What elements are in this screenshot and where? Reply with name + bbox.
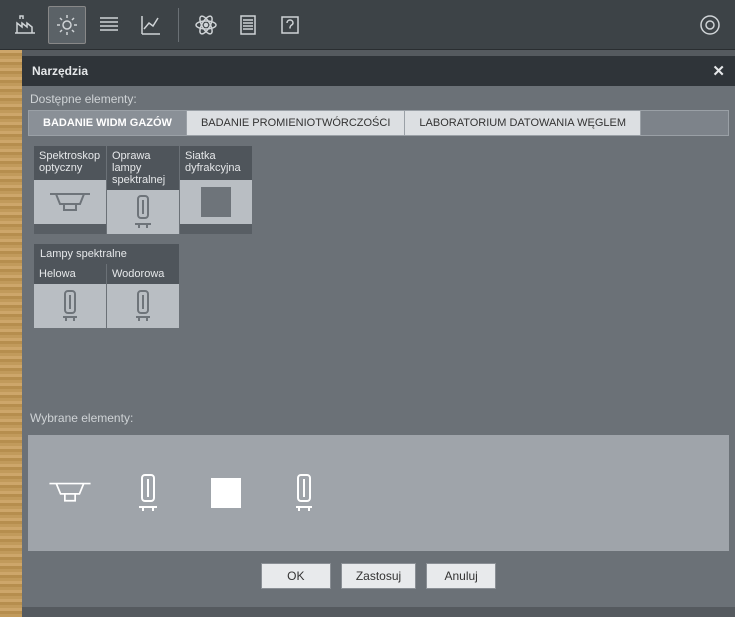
tab-gas-spectra[interactable]: BADANIE WIDM GAZÓW — [29, 111, 187, 135]
selected-lamp-holder[interactable] — [124, 469, 172, 517]
item-label: Siatka dyfrakcyjna — [180, 146, 252, 180]
square-icon — [201, 187, 231, 217]
tab-carbon-dating[interactable]: LABORATORIUM DATOWANIA WĘGLEM — [405, 111, 641, 135]
tool-list-icon[interactable] — [90, 6, 128, 44]
selected-panel — [28, 435, 729, 551]
tool-document-icon[interactable] — [229, 6, 267, 44]
item-spectroscope-drag[interactable] — [34, 180, 106, 224]
tool-help-icon[interactable] — [271, 6, 309, 44]
tool-factory-icon[interactable] — [6, 6, 44, 44]
lamp-hydrogen-label: Wodorowa — [107, 264, 179, 284]
selected-diffraction-grating[interactable] — [202, 469, 250, 517]
lamp-helium-drag[interactable] — [34, 284, 106, 328]
cancel-button[interactable]: Anuluj — [426, 563, 496, 589]
tool-chart-icon[interactable] — [132, 6, 170, 44]
close-icon[interactable]: ✕ — [712, 62, 725, 80]
item-spectroscope: Spektroskop optyczny — [34, 146, 106, 234]
tool-atom-icon[interactable] — [187, 6, 225, 44]
item-lamp-holder: Oprawa lampy spektralnej — [107, 146, 179, 234]
available-panel: Spektroskop optyczny Oprawa lampy spektr… — [28, 140, 729, 405]
tools-dialog: Narzędzia ✕ Dostępne elementy: BADANIE W… — [22, 56, 735, 607]
tool-target-icon[interactable] — [691, 6, 729, 44]
item-label: Oprawa lampy spektralnej — [107, 146, 179, 190]
background-wood — [0, 50, 22, 617]
lamp-hydrogen-drag[interactable] — [107, 284, 179, 328]
category-tabs: BADANIE WIDM GAZÓW BADANIE PROMIENIOTWÓR… — [28, 110, 729, 136]
tool-gear-icon[interactable] — [48, 6, 86, 44]
dialog-buttons: OK Zastosuj Anuluj — [22, 551, 735, 597]
square-icon — [211, 478, 241, 508]
item-lamp-holder-drag[interactable] — [107, 190, 179, 234]
separator — [178, 8, 179, 42]
selected-spectroscope[interactable] — [46, 469, 94, 517]
selected-lamp[interactable] — [280, 469, 328, 517]
main-toolbar — [0, 0, 735, 50]
item-diffraction-drag[interactable] — [180, 180, 252, 224]
lamp-helium-label: Helowa — [34, 264, 106, 284]
apply-button[interactable]: Zastosuj — [341, 563, 416, 589]
tab-radioactivity[interactable]: BADANIE PROMIENIOTWÓRCZOŚCI — [187, 111, 405, 135]
available-label: Dostępne elementy: — [22, 86, 735, 110]
item-diffraction-grating: Siatka dyfrakcyjna — [180, 146, 252, 234]
selected-label: Wybrane elementy: — [22, 405, 735, 429]
item-label: Spektroskop optyczny — [34, 146, 106, 180]
ok-button[interactable]: OK — [261, 563, 331, 589]
dialog-title: Narzędzia — [32, 64, 88, 78]
lamps-group-label: Lampy spektralne — [34, 244, 179, 264]
dialog-titlebar: Narzędzia ✕ — [22, 56, 735, 86]
